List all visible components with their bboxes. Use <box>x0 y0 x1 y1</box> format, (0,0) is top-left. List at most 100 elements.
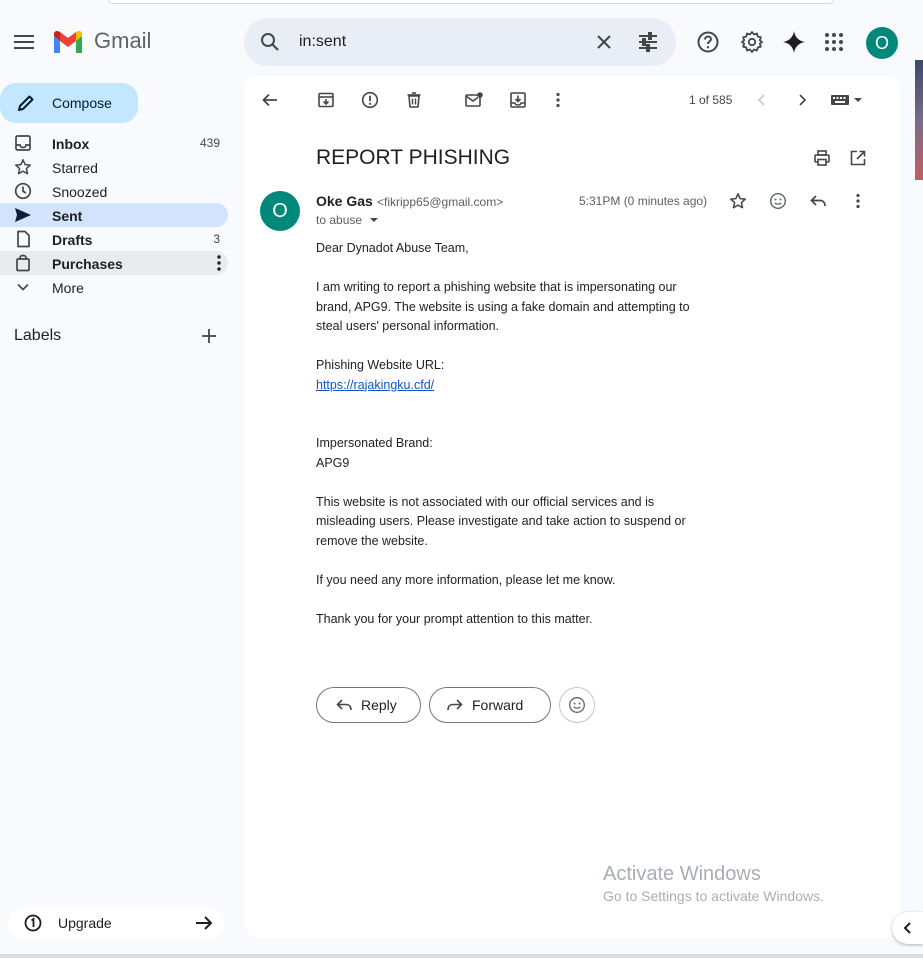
window-bottom-border <box>0 954 923 958</box>
body-line: If you need any more information, please… <box>316 572 616 587</box>
chevron-left-icon <box>903 922 911 934</box>
clock-icon <box>14 182 32 200</box>
sidebar-item-starred[interactable]: Starred <box>0 155 228 179</box>
app-name: Gmail <box>94 28 152 53</box>
upgrade-label: Upgrade <box>58 915 112 931</box>
arrow-right-icon <box>194 913 214 936</box>
compose-button[interactable]: Compose <box>0 83 138 123</box>
delete-trash-icon[interactable] <box>404 90 424 110</box>
top-bar: Gmail O <box>0 0 923 84</box>
more-options-icon[interactable] <box>216 254 222 277</box>
reply-button[interactable]: Reply <box>316 687 421 723</box>
main-menu-icon[interactable] <box>12 30 36 54</box>
compose-label: Compose <box>52 95 112 111</box>
clear-search-icon[interactable] <box>592 30 616 59</box>
sidebar-item-snoozed[interactable]: Snoozed <box>0 179 228 203</box>
smiley-icon <box>569 697 585 713</box>
more-actions-icon[interactable] <box>548 90 568 110</box>
body-line: remove the website. <box>316 533 428 548</box>
account-avatar[interactable]: O <box>866 27 898 59</box>
print-icon[interactable] <box>812 148 832 168</box>
brand-label: Impersonated Brand: <box>316 436 433 450</box>
sidebar-item-label: More <box>52 280 84 296</box>
body-line: I am writing to report a phishing websit… <box>316 280 677 294</box>
sender-email: <fikripp65@gmail.com> <box>377 195 504 209</box>
older-chevron-right-icon[interactable] <box>792 90 812 110</box>
pagination-count: 1 of 585 <box>689 93 733 107</box>
sidebar-item-more[interactable]: More <box>0 275 228 299</box>
mark-unread-icon[interactable] <box>464 90 484 110</box>
emoji-reaction-button[interactable] <box>559 687 595 723</box>
archive-icon[interactable] <box>316 90 336 110</box>
settings-gear-icon[interactable] <box>740 30 764 54</box>
sidebar-item-inbox[interactable]: Inbox 439 <box>0 131 228 155</box>
body-line: This website is not associated with our … <box>316 494 655 509</box>
phishing-url-link[interactable]: https://rajakingku.cfd/ <box>316 378 434 392</box>
sidebar-item-label: Starred <box>52 160 98 176</box>
message-more-icon[interactable] <box>848 191 868 211</box>
reply-icon[interactable] <box>808 191 828 211</box>
url-label: Phishing Website URL: <box>316 358 445 372</box>
gemini-sparkle-icon[interactable] <box>782 30 806 54</box>
search-icon[interactable] <box>258 30 282 59</box>
email-timestamp: 5:31PM (0 minutes ago) <box>579 194 708 208</box>
report-spam-icon[interactable] <box>360 90 380 110</box>
side-panel-toggle[interactable] <box>892 912 923 944</box>
email-view-panel: 1 of 585 REPORT PHISHING O Oke Gas <fikr… <box>244 76 900 938</box>
search-input[interactable] <box>299 30 579 54</box>
apps-grid-icon[interactable] <box>822 30 846 54</box>
gmail-logo[interactable]: Gmail <box>52 28 151 54</box>
forward-label: Forward <box>472 697 524 713</box>
search-options-icon[interactable] <box>636 30 660 59</box>
sidebar-item-label: Inbox <box>52 136 90 152</box>
body-line: misleading users. Please investigate and… <box>316 514 686 528</box>
sidebar-item-sent[interactable]: Sent <box>0 203 228 227</box>
sidebar-item-drafts[interactable]: Drafts 3 <box>0 227 228 251</box>
sidebar-item-label: Sent <box>52 208 83 224</box>
reply-icon <box>336 699 352 711</box>
star-message-icon[interactable] <box>728 191 748 211</box>
caret-down-icon[interactable] <box>367 215 381 225</box>
forward-button[interactable]: Forward <box>429 687 551 723</box>
add-label-icon[interactable] <box>200 327 218 350</box>
sidebar-item-label: Drafts <box>52 232 93 248</box>
forward-icon <box>447 699 463 711</box>
add-reaction-emoji-icon[interactable] <box>768 191 788 211</box>
star-icon <box>14 158 32 176</box>
email-subject: REPORT PHISHING <box>316 146 511 169</box>
sidebar-item-label: Purchases <box>52 256 123 272</box>
open-new-window-icon[interactable] <box>848 148 868 168</box>
back-arrow-icon[interactable] <box>260 90 280 110</box>
reply-label: Reply <box>361 697 397 713</box>
body-line: steal users' personal information. <box>316 319 500 333</box>
email-body: Dear Dynadot Abuse Team, I am writing to… <box>316 239 716 629</box>
body-line: brand, APG9. The website is using a fake… <box>316 299 690 314</box>
recipient-line[interactable]: to abuse <box>316 213 381 227</box>
sender-name[interactable]: Oke Gas <box>316 193 373 209</box>
search-bar[interactable] <box>244 18 676 66</box>
newer-chevron-left-icon[interactable] <box>752 90 772 110</box>
chevron-down-icon <box>14 278 32 296</box>
input-tools-keyboard-icon[interactable] <box>828 90 868 110</box>
draft-icon <box>14 230 32 248</box>
brand-value: APG9 <box>316 455 350 470</box>
upgrade-badge-icon <box>24 914 42 935</box>
move-to-icon[interactable] <box>508 90 528 110</box>
activate-windows-subtitle: Go to Settings to activate Windows. <box>603 888 824 904</box>
sidebar-item-purchases[interactable]: Purchases <box>0 251 228 275</box>
sender-avatar[interactable]: O <box>260 191 300 231</box>
unread-count: 439 <box>199 136 220 150</box>
help-icon[interactable] <box>696 30 720 54</box>
inbox-icon <box>14 134 32 152</box>
sidebar-item-label: Snoozed <box>52 184 108 200</box>
greeting: Dear Dynadot Abuse Team, <box>316 241 469 255</box>
desktop-background-edge <box>915 60 923 180</box>
drafts-count: 3 <box>213 232 220 246</box>
gmail-m-icon <box>54 30 82 53</box>
body-line: Thank you for your prompt attention to t… <box>316 611 593 626</box>
sidebar-nav: Inbox 439 Starred Snoozed Sent Drafts 3 … <box>0 131 228 299</box>
upgrade-button[interactable]: Upgrade <box>8 907 224 939</box>
shopping-bag-icon <box>14 254 32 272</box>
pencil-icon <box>16 93 36 116</box>
send-icon <box>14 206 32 224</box>
